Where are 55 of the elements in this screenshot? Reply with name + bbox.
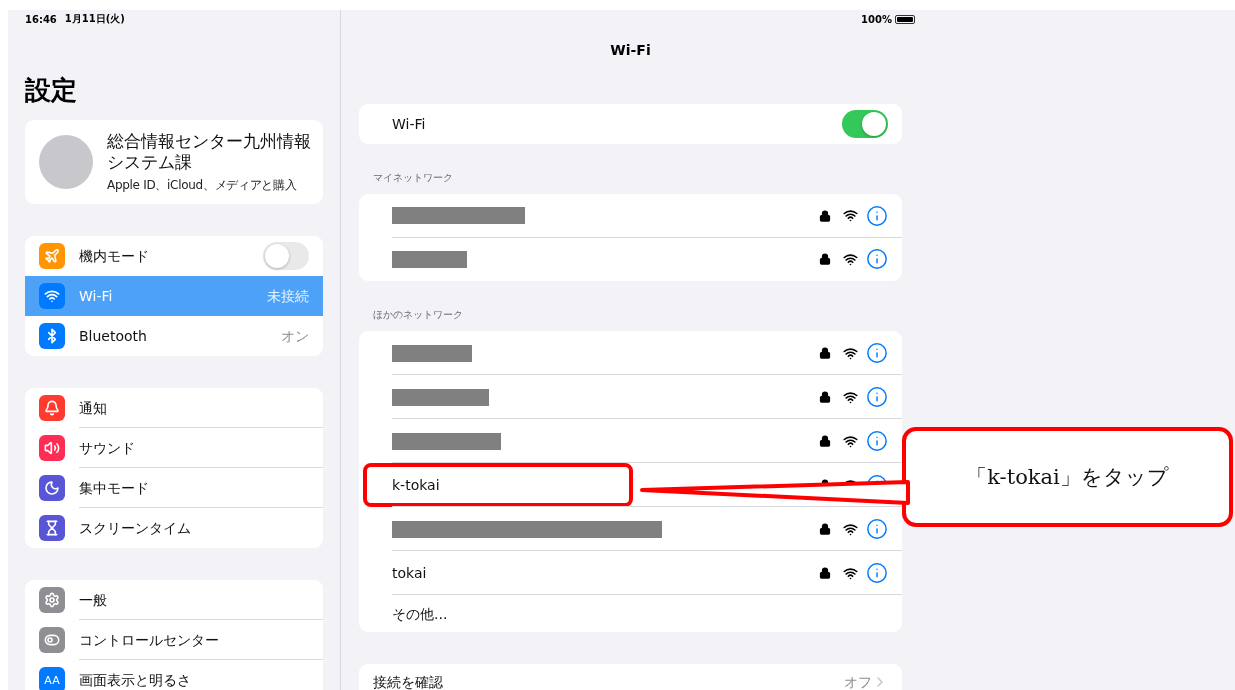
section-header: ほかのネットワーク: [372, 308, 464, 322]
lock-icon: [819, 209, 831, 222]
lock-icon: [819, 435, 831, 447]
status-time: 16:46: [25, 13, 57, 25]
network-row[interactable]: tokai: [359, 551, 902, 595]
info-icon[interactable]: [866, 562, 888, 584]
item-value: オン: [281, 329, 309, 343]
wifi-signal-icon: [843, 521, 858, 537]
settings-title: 設定: [25, 74, 78, 107]
lock-icon: [819, 391, 831, 403]
info-icon[interactable]: [866, 518, 888, 540]
info-icon[interactable]: [866, 386, 888, 408]
wifi-signal-icon: [843, 433, 858, 449]
status-date: 1月11日(火): [64, 12, 125, 26]
setting-icon: [39, 475, 65, 501]
wifi-label: Wi-Fi: [392, 117, 427, 131]
setting-icon: [39, 395, 65, 421]
section-header: マイネットワーク: [372, 171, 454, 185]
setting-icon: [39, 323, 65, 349]
network-row[interactable]: その他...: [359, 595, 902, 632]
setting-icon: [39, 627, 65, 653]
battery-percent: 100%: [861, 13, 892, 25]
info-icon[interactable]: [866, 204, 888, 227]
wifi-signal-icon: [843, 208, 858, 224]
callout: 「k-tokai」をタップ: [902, 427, 1233, 527]
profile-name: 総合情報センター九州情報システム課: [107, 130, 312, 173]
info-icon[interactable]: [866, 248, 888, 271]
info-icon[interactable]: [866, 342, 888, 364]
avatar-icon: [39, 135, 93, 189]
setting-icon: [39, 515, 65, 541]
toggle-switch[interactable]: [263, 242, 309, 270]
lock-icon: [819, 567, 831, 579]
wifi-toggle[interactable]: [842, 110, 888, 138]
lock-icon: [819, 347, 831, 359]
item-value: 未接続: [267, 289, 309, 303]
network-name[interactable]: その他...: [392, 606, 888, 621]
info-icon[interactable]: [866, 430, 888, 452]
lock-icon: [819, 253, 831, 266]
battery-icon: [895, 14, 915, 24]
lock-icon: [819, 523, 831, 535]
setting-icon: [39, 435, 65, 461]
setting-icon: [39, 243, 65, 269]
page-title: Wi-Fi: [609, 41, 652, 59]
ask-to-join-label[interactable]: 接続を確認: [373, 675, 844, 689]
icon-label: AA: [44, 674, 60, 686]
wifi-signal-icon: [843, 389, 858, 405]
profile-subtitle: Apple ID、iCloud、メディアと購入: [107, 176, 298, 194]
wifi-signal-icon: [843, 345, 858, 361]
wifi-signal-icon: [843, 565, 858, 581]
network-name[interactable]: tokai: [392, 566, 819, 580]
profile-card[interactable]: 総合情報センター九州情報システム課 Apple ID、iCloud、メディアと購入: [25, 120, 323, 204]
setting-icon: [39, 587, 65, 613]
setting-icon: [39, 283, 65, 309]
ask-to-join-value: オフ: [844, 675, 872, 689]
wifi-signal-icon: [843, 251, 858, 267]
